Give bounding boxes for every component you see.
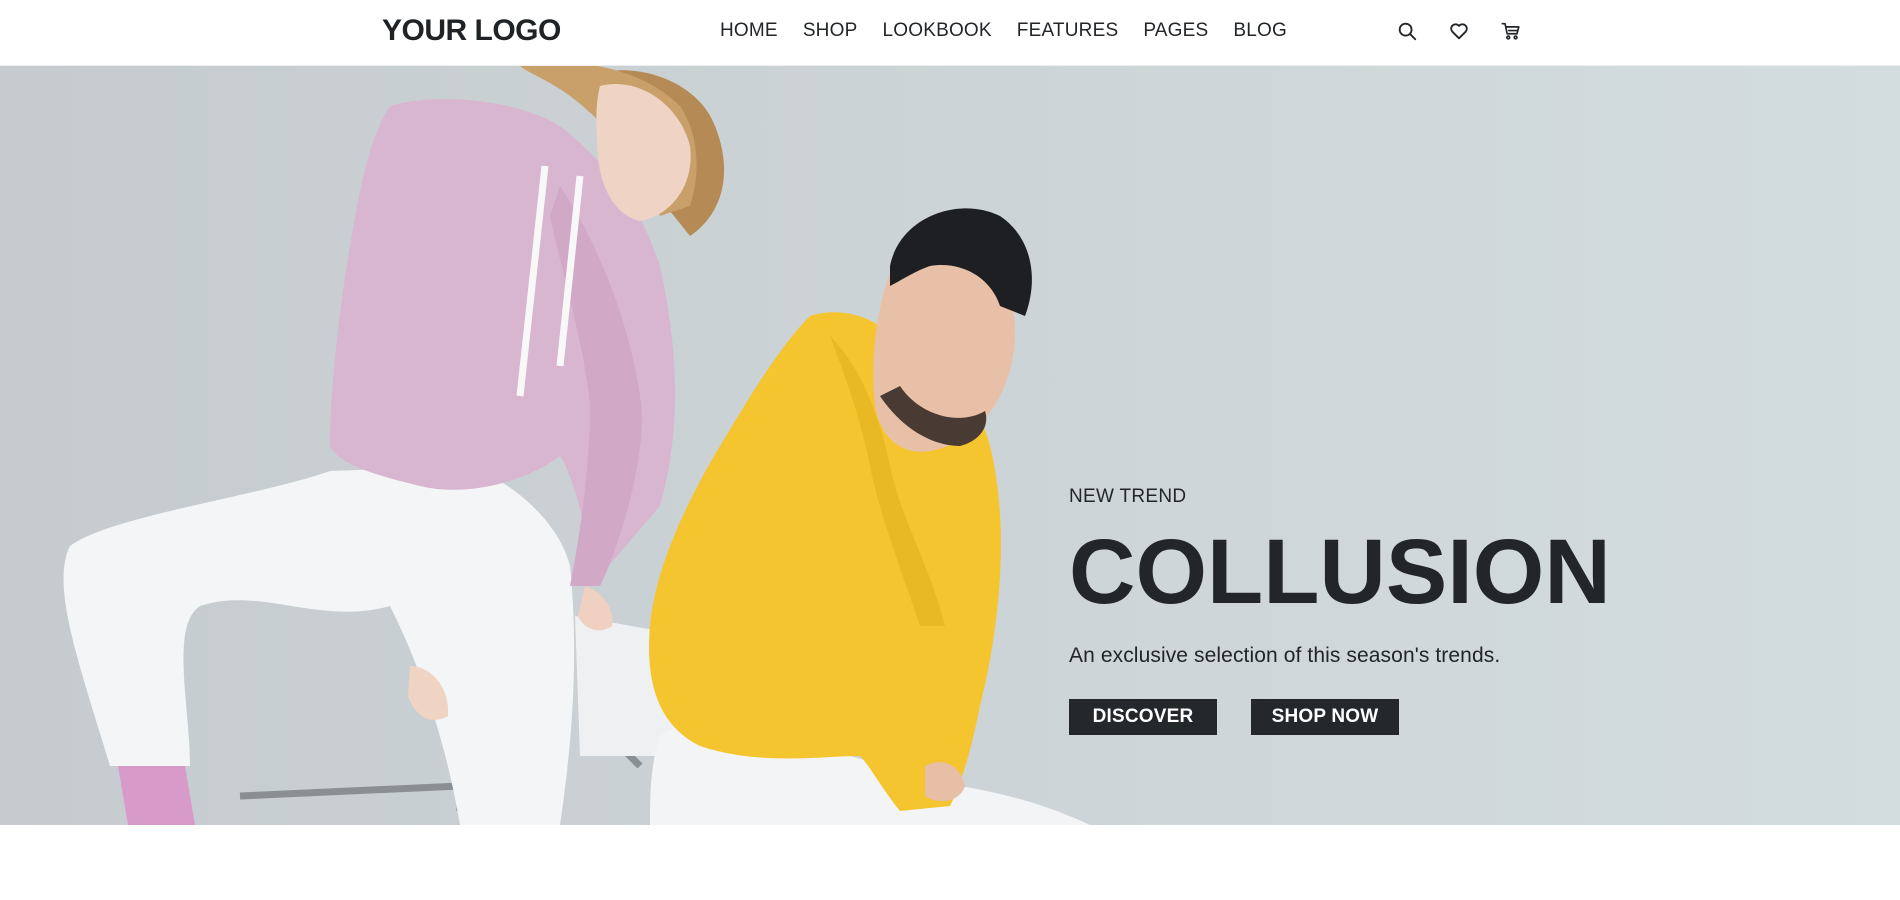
- nav-item-features[interactable]: FEATURES: [1017, 20, 1119, 42]
- cart-icon[interactable]: [1500, 20, 1522, 42]
- site-header: YOUR LOGO HOME SHOP LOOKBOOK FEATURES PA…: [0, 0, 1900, 66]
- nav-item-home[interactable]: HOME: [720, 20, 778, 42]
- shop-now-button[interactable]: SHOP NOW: [1251, 699, 1399, 735]
- hero-banner: NEW TREND COLLUSION An exclusive selecti…: [0, 66, 1900, 825]
- site-logo[interactable]: YOUR LOGO: [382, 14, 561, 48]
- heart-icon[interactable]: [1448, 20, 1470, 42]
- hero-actions: DISCOVER SHOP NOW: [1069, 699, 1611, 735]
- nav-item-lookbook[interactable]: LOOKBOOK: [882, 20, 991, 42]
- header-actions: [1396, 20, 1522, 42]
- nav-item-blog[interactable]: BLOG: [1233, 20, 1287, 42]
- hero-title: COLLUSION: [1069, 521, 1611, 623]
- search-icon[interactable]: [1396, 20, 1418, 42]
- hero-eyebrow: NEW TREND: [1069, 486, 1187, 507]
- nav-item-shop[interactable]: SHOP: [803, 20, 858, 42]
- hero-content: NEW TREND COLLUSION An exclusive selecti…: [1069, 486, 1611, 735]
- main-nav: HOME SHOP LOOKBOOK FEATURES PAGES BLOG: [720, 20, 1287, 42]
- nav-item-pages[interactable]: PAGES: [1143, 20, 1208, 42]
- hero-description: An exclusive selection of this season's …: [1069, 644, 1501, 667]
- hero-image: [0, 66, 1900, 825]
- discover-button[interactable]: DISCOVER: [1069, 699, 1217, 735]
